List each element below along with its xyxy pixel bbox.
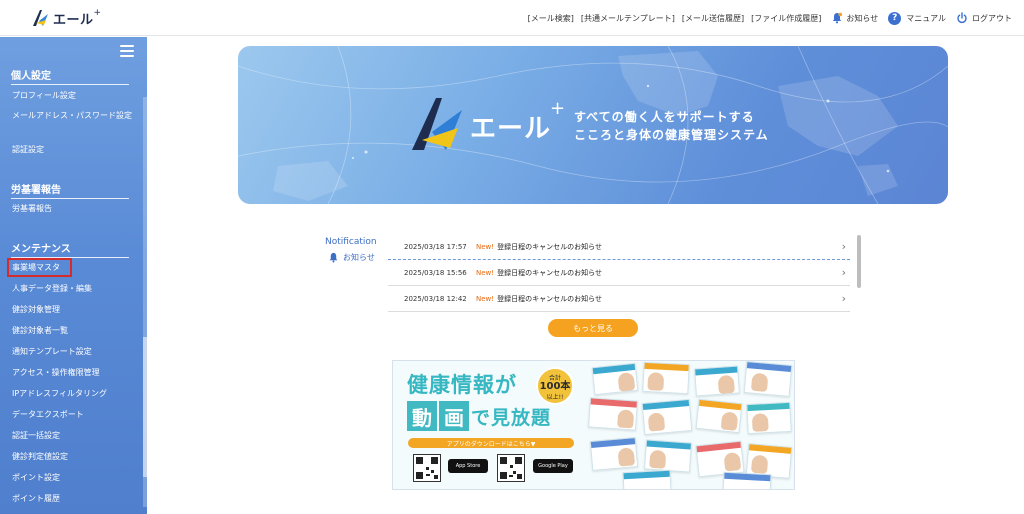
power-icon [957,12,967,24]
sidebar-item-ip-filter[interactable]: IPアドレスフィルタリング [12,388,132,400]
video-thumbnail [622,469,672,489]
sidebar-item-point-settings[interactable]: ポイント設定 [12,472,132,484]
ad-headline-2: で見放題 [471,407,552,429]
chevron-right-icon: › [841,292,846,305]
sidebar-item-labor-report[interactable]: 労基署報告 [12,203,132,215]
video-thumbnail [591,362,639,396]
video-thumbnail [641,398,693,436]
sidebar: 個人設定 プロフィール設定 メールアドレス・パスワード設定 認証設定 労基署報告… [0,37,147,514]
video-thumbnail [722,471,772,489]
sidebar-item-checkup-target[interactable]: 健診対象管理 [12,304,132,316]
ad-download-bar[interactable]: アプリのダウンロードはこちら▼ [408,438,574,448]
video-thumbnail [589,437,639,471]
new-badge: New! [476,294,495,303]
ad-badge-num: 100本 [539,381,571,392]
notification-item[interactable]: 2025/03/18 17:57 New! 登録日程のキャンセルのお知らせ › [388,234,850,259]
notification-date: 2025/03/18 17:57 [404,242,467,251]
banner-logo-icon [412,98,462,150]
notification-title: 登録日程のキャンセルのお知らせ [497,294,602,303]
video-thumbnail [746,401,792,435]
notification-item[interactable]: 2025/03/18 12:42 New! 登録日程のキャンセルのお知らせ › [388,286,850,311]
notification-title: 登録日程のキャンセルのお知らせ [497,268,602,277]
sidebar-item-auth[interactable]: 認証設定 [12,144,132,156]
logo-plus: + [93,8,102,18]
logo-mark-icon [33,10,48,26]
ad-box-char-1: 動 [407,401,437,431]
video-thumbnail [588,397,638,431]
sidebar-item-data-export[interactable]: データエクスポート [12,409,132,421]
bell-icon [329,252,338,263]
help-icon: ? [888,11,902,25]
notifications-label: お知らせ [846,13,879,23]
video-thumbnail [644,439,692,473]
sidebar-scrollbar-thumb[interactable] [143,337,147,477]
top-nav: [メール検索] [共通メールテンプレート] [メール送信履歴] [ファイル作成履… [521,0,1012,36]
nav-mail-search[interactable]: [メール検索] [528,13,574,24]
video-thumbnail [642,361,690,395]
ad-video-collage [583,361,794,489]
google-play-button[interactable]: Google Play [533,459,573,473]
ad-count-badge: 合計 100本 以上!! [536,367,574,405]
banner-brand-plus: + [550,98,566,119]
video-thumbnail [695,398,743,434]
divider [388,311,850,312]
sidebar-item-hr-data[interactable]: 人事データ登録・編集 [12,283,132,295]
new-badge: New! [476,242,495,251]
app-logo[interactable]: エール + [30,7,101,29]
app-store-button[interactable]: App Store [448,459,488,473]
top-header: エール + [メール検索] [共通メールテンプレート] [メール送信履歴] [フ… [0,0,1024,36]
menu-icon[interactable] [120,45,134,57]
sidebar-item-bulk-auth[interactable]: 認証一括設定 [12,430,132,442]
sidebar-item-notify-template[interactable]: 通知テンプレート設定 [12,346,132,358]
notification-date: 2025/03/18 15:56 [404,268,467,277]
video-thumbnail [743,361,793,397]
sidebar-item-access-permission[interactable]: アクセス・操作権限管理 [12,367,132,379]
notification-subheading-label: お知らせ [343,253,375,262]
manual-label: マニュアル [906,13,946,23]
nav-mail-send-history[interactable]: [メール送信履歴] [682,13,744,24]
banner-tagline-1: すべての働く人をサポートする [574,110,755,124]
sidebar-item-email-password[interactable]: メールアドレス・パスワード設定 [12,110,132,122]
ad-badge-bottom: 以上!! [546,394,564,401]
logout-label: ログアウト [972,13,1012,23]
sidebar-section-labor-report: 労基署報告 [11,181,129,199]
banner-brand: エール [470,114,552,144]
notification-list: 2025/03/18 17:57 New! 登録日程のキャンセルのお知らせ › … [388,234,850,312]
nav-common-mail-template[interactable]: [共通メールテンプレート] [581,13,675,24]
ad-headline-1: 健康情報が [407,373,517,397]
manual-link[interactable]: ? マニュアル [888,11,946,25]
notification-date: 2025/03/18 12:42 [404,294,467,303]
ad-box-char-2: 画 [439,401,469,431]
video-thumbnail [694,365,740,397]
sidebar-item-checkup-list[interactable]: 健診対象者一覧 [12,325,132,337]
qr-code-icon [413,454,441,482]
new-badge: New! [476,268,495,277]
qr-code-icon [497,454,525,482]
notification-scrollbar[interactable] [857,235,861,288]
sidebar-section-personal: 個人設定 [11,67,129,85]
sidebar-item-point-history[interactable]: ポイント履歴 [12,493,132,505]
sidebar-item-profile[interactable]: プロフィール設定 [12,90,132,102]
banner-tagline-2: こころと身体の健康管理システム [574,128,769,142]
logo-text: エール [53,12,94,28]
more-button[interactable]: もっと見る [548,319,638,337]
chevron-right-icon: › [841,266,846,279]
notification-item[interactable]: 2025/03/18 15:56 New! 登録日程のキャンセルのお知らせ › [388,260,850,285]
app-ad-banner[interactable]: 健康情報が 合計 100本 以上!! 動 画 で見放題 アプリのダウンロードはこ… [392,360,795,490]
hero-banner: エール + すべての働く人をサポートする こころと身体の健康管理システム [238,46,948,204]
notification-title: 登録日程のキャンセルのお知らせ [497,242,602,251]
notification-heading: Notification [325,237,377,247]
notifications-link[interactable]: お知らせ [831,12,878,24]
notification-subheading: お知らせ [328,252,375,263]
chevron-right-icon: › [841,240,846,253]
nav-file-creation-history[interactable]: [ファイル作成履歴] [751,13,821,24]
bell-icon [833,12,843,24]
sidebar-item-checkup-threshold[interactable]: 健診判定値設定 [12,451,132,463]
sidebar-section-maintenance: メンテナンス [11,240,129,258]
ad-text-area: 健康情報が 合計 100本 以上!! 動 画 で見放題 アプリのダウンロードはこ… [393,361,583,489]
world-map-background [238,46,948,204]
sidebar-item-site-master[interactable]: 事業場マスタ [12,262,132,274]
logout-link[interactable]: ログアウト [956,12,1012,24]
